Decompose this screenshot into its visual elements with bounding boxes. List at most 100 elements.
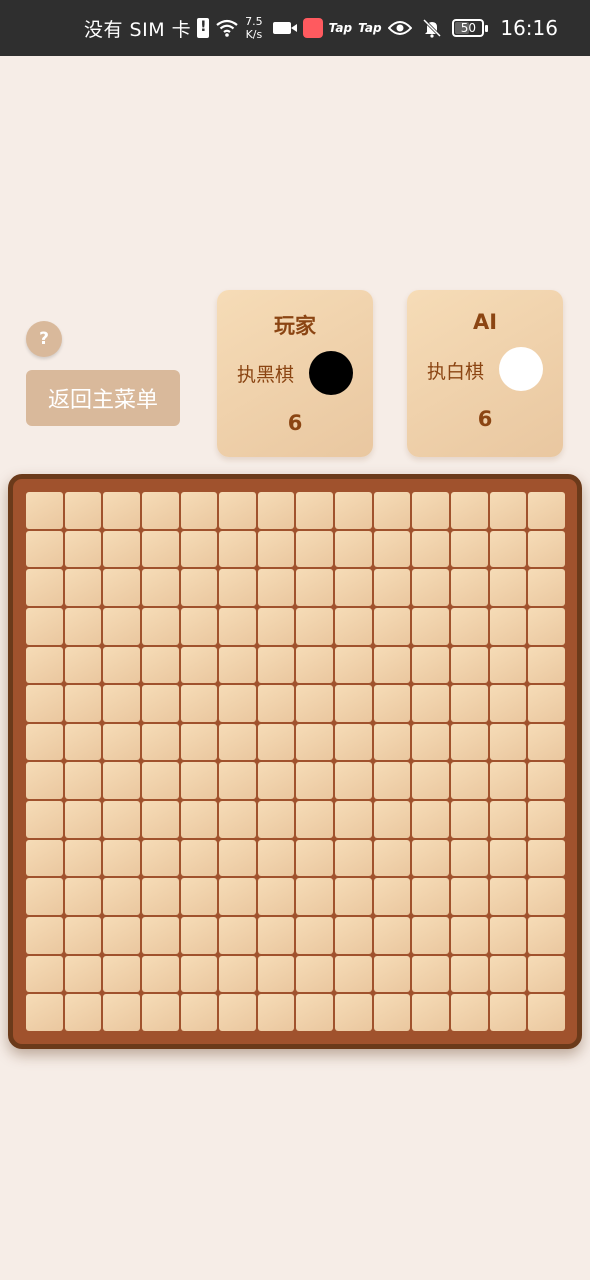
board-cell[interactable] — [412, 801, 450, 838]
board-cell[interactable] — [26, 801, 63, 838]
board-cell[interactable] — [257, 685, 295, 722]
board-cell[interactable] — [103, 685, 140, 722]
board-cell[interactable] — [528, 723, 565, 761]
board-cell[interactable] — [103, 917, 140, 954]
board-cell[interactable] — [412, 607, 450, 645]
board-cell[interactable] — [64, 646, 102, 684]
board-cell[interactable] — [489, 917, 527, 954]
board-cell[interactable] — [489, 878, 527, 916]
board-cell[interactable] — [528, 685, 565, 722]
board-cell[interactable] — [412, 492, 450, 529]
board-cell[interactable] — [451, 762, 488, 800]
board-cell[interactable] — [412, 723, 450, 761]
board-cell[interactable] — [180, 801, 218, 838]
board-cell[interactable] — [373, 492, 411, 529]
board-cell[interactable] — [219, 530, 256, 568]
board-cell[interactable] — [451, 994, 488, 1031]
board-cell[interactable] — [489, 607, 527, 645]
board-cell[interactable] — [489, 955, 527, 993]
board-cell[interactable] — [451, 492, 488, 529]
board-cell[interactable] — [296, 955, 334, 993]
board-cell[interactable] — [64, 801, 102, 838]
help-button[interactable]: ? — [26, 321, 62, 357]
board-cell[interactable] — [103, 839, 140, 877]
board-cell[interactable] — [528, 607, 565, 645]
board-cell[interactable] — [373, 569, 411, 606]
board-cell[interactable] — [528, 917, 565, 954]
board-cell[interactable] — [103, 723, 140, 761]
board-cell[interactable] — [296, 530, 334, 568]
board-cell[interactable] — [141, 878, 179, 916]
board-cell[interactable] — [489, 994, 527, 1031]
board-cell[interactable] — [64, 607, 102, 645]
board-cell[interactable] — [180, 492, 218, 529]
board-cell[interactable] — [26, 646, 63, 684]
board-cell[interactable] — [180, 607, 218, 645]
board-cell[interactable] — [64, 492, 102, 529]
board-cell[interactable] — [412, 762, 450, 800]
board-cell[interactable] — [528, 646, 565, 684]
board-cell[interactable] — [26, 839, 63, 877]
board-cell[interactable] — [219, 607, 256, 645]
board-cell[interactable] — [257, 878, 295, 916]
board-cell[interactable] — [180, 530, 218, 568]
board-cell[interactable] — [412, 955, 450, 993]
board-cell[interactable] — [373, 917, 411, 954]
board-cell[interactable] — [528, 492, 565, 529]
board-cell[interactable] — [489, 839, 527, 877]
board-cell[interactable] — [64, 878, 102, 916]
board-cell[interactable] — [257, 492, 295, 529]
board-cell[interactable] — [489, 723, 527, 761]
board-cell[interactable] — [335, 607, 372, 645]
board-cell[interactable] — [412, 994, 450, 1031]
board-cell[interactable] — [335, 723, 372, 761]
board-cell[interactable] — [528, 878, 565, 916]
board-cell[interactable] — [412, 685, 450, 722]
board-cell[interactable] — [296, 801, 334, 838]
board-cell[interactable] — [103, 878, 140, 916]
board-cell[interactable] — [296, 492, 334, 529]
board-cell[interactable] — [412, 530, 450, 568]
board-cell[interactable] — [26, 762, 63, 800]
board-cell[interactable] — [64, 685, 102, 722]
board-cell[interactable] — [489, 646, 527, 684]
board-cell[interactable] — [26, 569, 63, 606]
board-cell[interactable] — [257, 801, 295, 838]
board-cell[interactable] — [257, 762, 295, 800]
board-cell[interactable] — [103, 530, 140, 568]
board-cell[interactable] — [103, 646, 140, 684]
board-cell[interactable] — [412, 878, 450, 916]
board-cell[interactable] — [451, 917, 488, 954]
board-cell[interactable] — [103, 569, 140, 606]
board-cell[interactable] — [64, 917, 102, 954]
board-cell[interactable] — [528, 801, 565, 838]
board-cell[interactable] — [451, 569, 488, 606]
board-cell[interactable] — [296, 917, 334, 954]
board-cell[interactable] — [373, 607, 411, 645]
board-cell[interactable] — [103, 607, 140, 645]
board-cell[interactable] — [219, 801, 256, 838]
board-cell[interactable] — [219, 685, 256, 722]
board-cell[interactable] — [489, 801, 527, 838]
board-cell[interactable] — [296, 646, 334, 684]
board-cell[interactable] — [489, 685, 527, 722]
board-cell[interactable] — [335, 646, 372, 684]
board-cell[interactable] — [141, 530, 179, 568]
board-cell[interactable] — [219, 917, 256, 954]
board-cell[interactable] — [528, 530, 565, 568]
board-cell[interactable] — [219, 955, 256, 993]
board-cell[interactable] — [489, 492, 527, 529]
board-cell[interactable] — [141, 646, 179, 684]
board-cell[interactable] — [373, 801, 411, 838]
board-cell[interactable] — [141, 607, 179, 645]
board-cell[interactable] — [257, 607, 295, 645]
board-cell[interactable] — [26, 530, 63, 568]
board-cell[interactable] — [103, 762, 140, 800]
board-cell[interactable] — [180, 994, 218, 1031]
board-cell[interactable] — [335, 530, 372, 568]
board-cell[interactable] — [180, 917, 218, 954]
board-cell[interactable] — [141, 839, 179, 877]
board-cell[interactable] — [335, 917, 372, 954]
board-cell[interactable] — [296, 839, 334, 877]
board-cell[interactable] — [141, 994, 179, 1031]
